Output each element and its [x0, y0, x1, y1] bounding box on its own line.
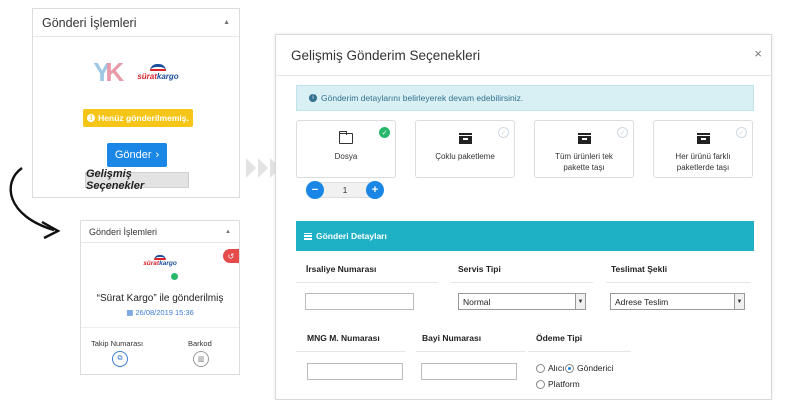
advanced-options-link[interactable]: Gelişmiş Seçenekler	[85, 168, 189, 192]
radio-icon[interactable]	[536, 379, 545, 389]
tracking-label: Takip Numarası	[91, 339, 144, 348]
package-count-input[interactable]: 1	[320, 182, 370, 198]
package-count-stepper: − 1 +	[306, 181, 384, 199]
close-icon[interactable]: ×	[754, 46, 762, 61]
archive-icon	[695, 133, 711, 144]
delivery-method-select[interactable]: Adrese Teslim ▼	[610, 293, 745, 310]
shipment-panel-header[interactable]: Gönderi İşlemleri ▲	[33, 9, 239, 37]
divider	[276, 75, 771, 76]
yk-logo: YK	[93, 57, 125, 87]
mng-number-input[interactable]	[307, 363, 403, 380]
decrement-button[interactable]: −	[306, 181, 324, 199]
divider	[296, 282, 438, 283]
service-type-select[interactable]: Normal ▼	[458, 293, 586, 310]
waybill-input[interactable]	[305, 293, 414, 310]
shipment-details-header: Gönderi Detayları	[296, 221, 754, 251]
dealer-number-input[interactable]	[421, 363, 517, 380]
radio-selected-icon[interactable]	[565, 363, 574, 373]
check-icon: ✓	[736, 127, 747, 138]
stage: Gönderi İşlemleri ▲ YK süratkargo ! Henü…	[0, 0, 800, 400]
tracking-copy-icon[interactable]: ⧉	[112, 351, 128, 367]
archive-icon	[457, 133, 473, 144]
sent-panel-title: Gönderi İşlemleri	[89, 226, 158, 237]
option-file[interactable]: Dosya ✓	[296, 120, 396, 178]
radio-icon[interactable]	[536, 363, 545, 373]
sent-date: ▦ 26/08/2019 15:36	[126, 308, 194, 317]
alert-icon: !	[87, 114, 96, 122]
delivery-method-label: Teslimat Şekli	[611, 264, 668, 274]
check-icon: ✓	[498, 127, 509, 138]
option-multi-package[interactable]: Çoklu paketleme ✓	[415, 120, 515, 178]
option-separate-packages[interactable]: Her ürünü farklı paketlerde taşı ✓	[653, 120, 753, 178]
dealer-number-label: Bayi Numarası	[422, 333, 482, 343]
send-button[interactable]: Gönder ›	[107, 143, 167, 167]
calendar-icon: ▦	[126, 308, 134, 317]
archive-icon	[576, 133, 592, 144]
not-sent-badge: ! Henüz gönderilmemiş.	[83, 109, 193, 127]
info-icon: i	[309, 94, 317, 102]
carrier-logos: YK süratkargo	[33, 57, 239, 87]
shipment-panel-title: Gönderi İşlemleri	[42, 15, 137, 30]
chevron-down-icon: ▼	[575, 294, 585, 309]
waybill-label: İrsaliye Numarası	[306, 264, 377, 274]
mng-number-label: MNG M. Numarası	[307, 333, 380, 343]
divider	[451, 282, 593, 283]
divider	[606, 282, 751, 283]
sent-shipment-panel: Gönderi İşlemleri ▲ ↺ süratkargo “Sürat …	[80, 220, 240, 375]
curved-arrow-icon	[9, 167, 61, 240]
sent-panel-header[interactable]: Gönderi İşlemleri ▲	[81, 221, 239, 243]
collapse-icon[interactable]: ▲	[223, 19, 230, 26]
status-dot	[171, 273, 178, 280]
service-type-label: Servis Tipi	[458, 264, 501, 274]
chevron-down-icon: ▼	[734, 294, 744, 309]
option-single-package[interactable]: Tüm ürünleri tek pakette taşı ✓	[534, 120, 634, 178]
divider	[81, 327, 239, 328]
payment-type-label: Ödeme Tipi	[536, 333, 583, 343]
increment-button[interactable]: +	[366, 181, 384, 199]
advanced-options-modal: Gelişmiş Gönderim Seçenekleri × i Gönder…	[275, 34, 772, 400]
payment-option-buyer[interactable]: Alıcı	[536, 363, 565, 373]
modal-title: Gelişmiş Gönderim Seçenekleri	[291, 48, 481, 63]
barcode-label: Barkod	[188, 339, 212, 348]
check-icon: ✓	[379, 127, 390, 138]
folder-icon	[339, 131, 353, 144]
info-alert: i Gönderim detaylarını belirleyerek deva…	[296, 85, 754, 111]
logo-wing-icon	[149, 63, 166, 71]
payment-option-platform[interactable]: Platform	[536, 379, 580, 389]
list-icon	[304, 232, 312, 240]
payment-option-sender[interactable]: Gönderici	[565, 363, 613, 373]
barcode-icon[interactable]: ▥	[193, 351, 209, 367]
collapse-icon[interactable]: ▲	[225, 229, 231, 235]
divider	[296, 351, 406, 352]
chevron-right-icon: ›	[155, 149, 160, 161]
divider	[416, 351, 526, 352]
surat-kargo-logo: süratkargo	[137, 63, 179, 81]
check-icon: ✓	[617, 127, 628, 138]
sent-status-text: “Sürat Kargo” ile gönderilmiş	[96, 293, 224, 304]
surat-kargo-logo: süratkargo	[81, 255, 239, 267]
divider	[528, 351, 631, 352]
